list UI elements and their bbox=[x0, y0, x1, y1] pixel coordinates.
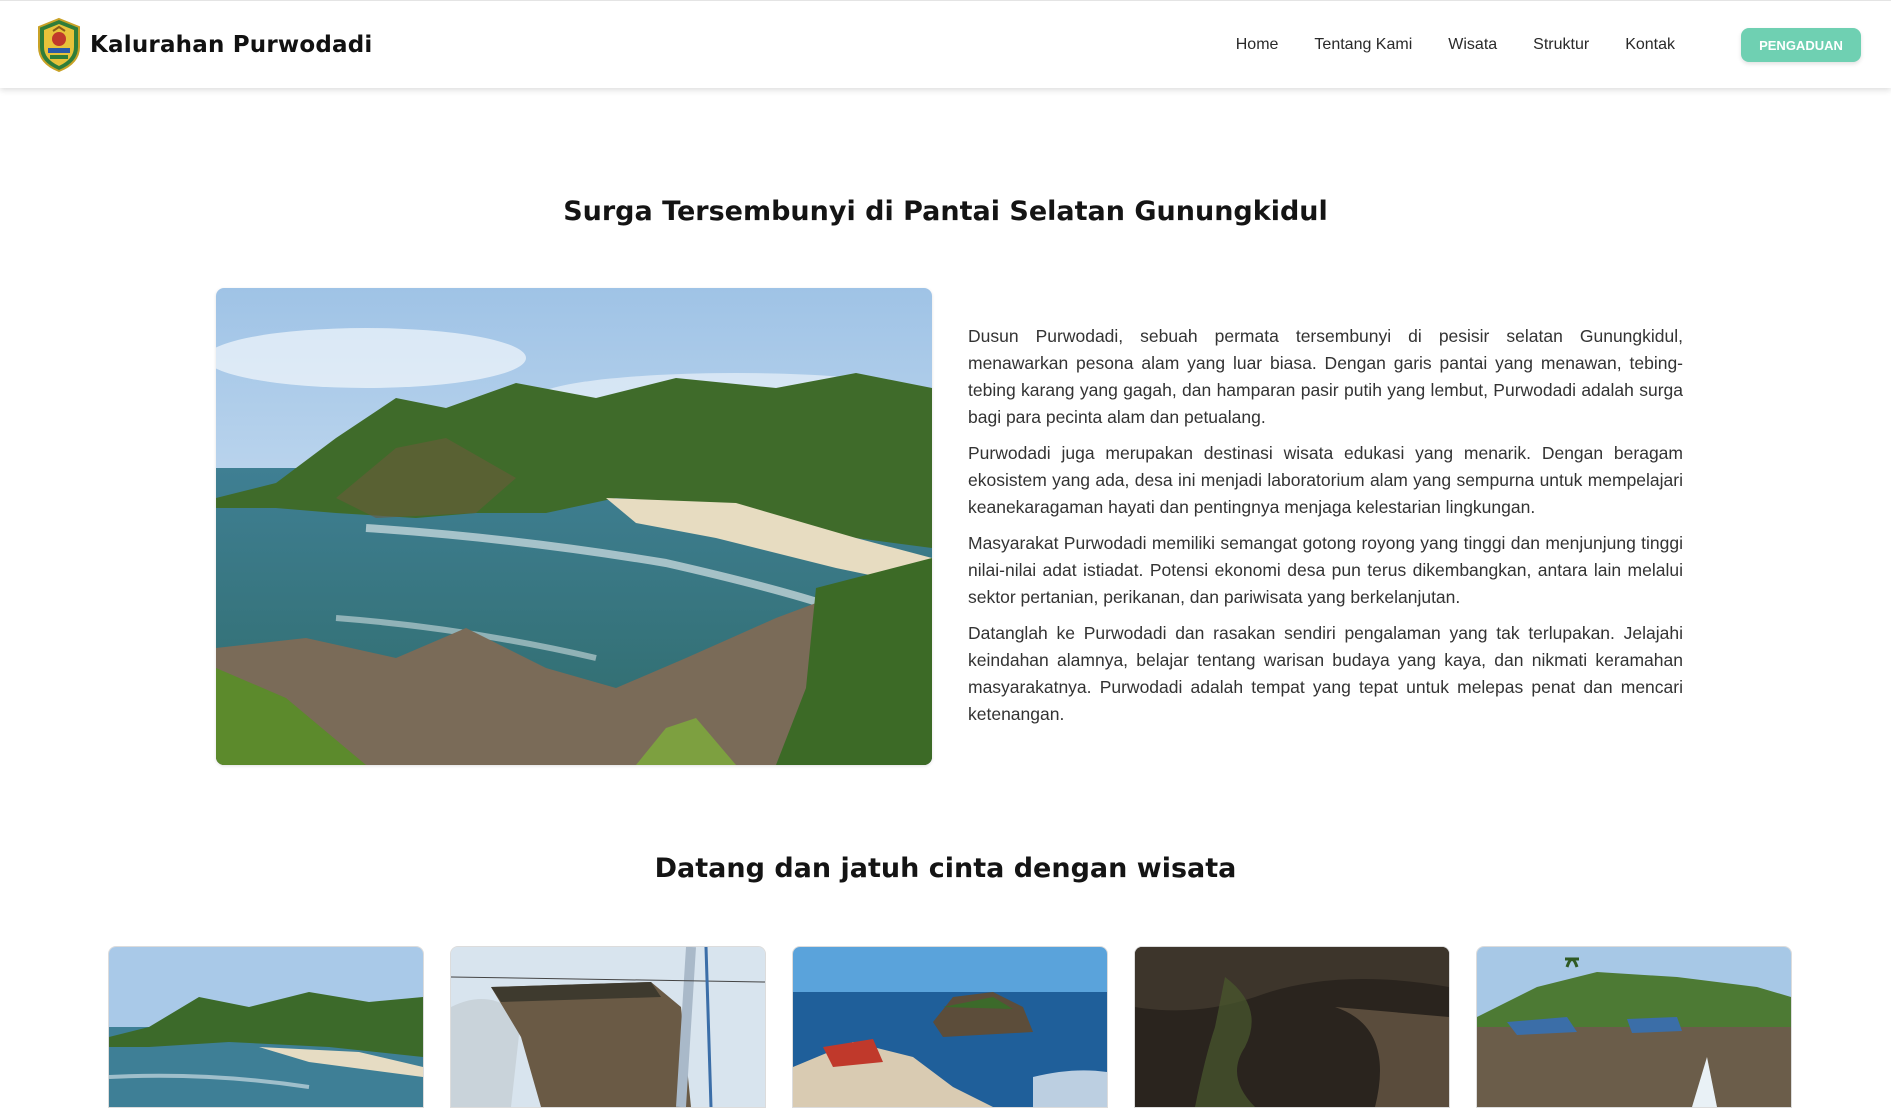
brand-name: Kalurahan Purwodadi bbox=[90, 32, 373, 58]
nav-menu: Home Tentang Kami Wisata Struktur Kontak bbox=[1200, 1, 1675, 88]
tourism-card[interactable] bbox=[1134, 946, 1450, 1108]
about-text: Dusun Purwodadi, sebuah permata tersembu… bbox=[968, 323, 1683, 737]
about-paragraph: Masyarakat Purwodadi memiliki semangat g… bbox=[968, 533, 1683, 607]
tourism-card[interactable] bbox=[792, 946, 1108, 1108]
about-paragraph: Datanglah ke Purwodadi dan rasakan sendi… bbox=[968, 623, 1683, 724]
hero-beach-image bbox=[216, 288, 932, 765]
nav-link-wisata[interactable]: Wisata bbox=[1448, 36, 1497, 54]
nav-link-kontak[interactable]: Kontak bbox=[1625, 36, 1675, 54]
about-paragraph: Dusun Purwodadi, sebuah permata tersembu… bbox=[968, 326, 1683, 427]
tourism-title: Datang dan jatuh cinta dengan wisata bbox=[654, 853, 1237, 884]
nav-link-home[interactable]: Home bbox=[1236, 36, 1279, 54]
pengaduan-button[interactable]: PENGADUAN bbox=[1741, 28, 1861, 62]
about-paragraph: Purwodadi juga merupakan destinasi wisat… bbox=[968, 443, 1683, 517]
island-beach-photo bbox=[793, 947, 1107, 1107]
nav-link-tentang-kami[interactable]: Tentang Kami bbox=[1314, 36, 1412, 54]
tourism-card[interactable] bbox=[450, 946, 766, 1108]
tourism-card[interactable] bbox=[1476, 946, 1792, 1108]
beach-photo bbox=[109, 947, 423, 1107]
cliff-gondola-photo bbox=[451, 947, 765, 1107]
cave-photo bbox=[1135, 947, 1449, 1107]
navbar: Kalurahan Purwodadi Home Tentang Kami Wi… bbox=[0, 0, 1891, 88]
brand[interactable]: Kalurahan Purwodadi bbox=[35, 17, 373, 73]
tourism-card[interactable] bbox=[108, 946, 424, 1108]
about-title: Surga Tersembunyi di Pantai Selatan Gunu… bbox=[563, 196, 1328, 227]
nav-link-struktur[interactable]: Struktur bbox=[1533, 36, 1589, 54]
rocky-shore-photo bbox=[1477, 947, 1791, 1107]
regency-crest-logo bbox=[38, 17, 80, 73]
